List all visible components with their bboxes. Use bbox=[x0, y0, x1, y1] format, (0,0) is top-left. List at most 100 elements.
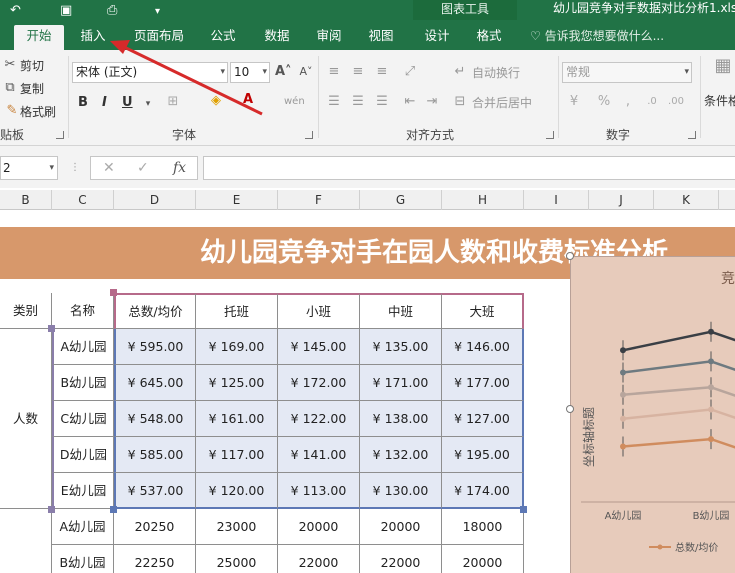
col-header-j[interactable]: J bbox=[589, 190, 654, 210]
data-point[interactable] bbox=[708, 406, 714, 413]
count-cell[interactable]: 22000 bbox=[360, 545, 442, 573]
data-point[interactable] bbox=[708, 358, 714, 365]
col-header-e[interactable]: E bbox=[196, 190, 278, 210]
data-point[interactable] bbox=[708, 384, 714, 391]
series-line[interactable] bbox=[622, 330, 735, 352]
data-point[interactable] bbox=[620, 391, 626, 398]
count-cell[interactable]: 20000 bbox=[278, 509, 360, 545]
tab-page-layout[interactable]: 页面布局 bbox=[128, 25, 190, 50]
font-color-icon[interactable]: A bbox=[240, 92, 256, 108]
data-point[interactable] bbox=[708, 436, 714, 443]
border-icon[interactable]: ⊞ bbox=[165, 94, 181, 110]
money-cell[interactable]: ¥ 595.00 bbox=[114, 329, 196, 365]
align-top-icon[interactable]: ≡ bbox=[326, 64, 342, 80]
data-point[interactable] bbox=[708, 328, 714, 335]
col-header-g[interactable]: G bbox=[360, 190, 442, 210]
row-name-cell[interactable]: A幼儿园 bbox=[52, 329, 114, 365]
font-name-select[interactable]: 宋体 (正文) ▾ bbox=[72, 62, 228, 83]
money-cell[interactable]: ¥ 169.00 bbox=[196, 329, 278, 365]
selection-handle[interactable] bbox=[110, 506, 117, 513]
header-cell-large[interactable]: 大班 bbox=[442, 293, 524, 329]
format-painter-button[interactable]: 格式刷 bbox=[20, 103, 56, 120]
count-cell[interactable]: 20000 bbox=[442, 545, 524, 573]
col-header-d[interactable]: D bbox=[114, 190, 196, 210]
header-cell-total[interactable]: 总数/均价 bbox=[114, 293, 196, 329]
row-name-cell[interactable]: B幼儿园 bbox=[52, 365, 114, 401]
data-point[interactable] bbox=[620, 347, 626, 354]
count-cell[interactable]: 25000 bbox=[196, 545, 278, 573]
money-cell[interactable]: ¥ 537.00 bbox=[114, 473, 196, 509]
currency-icon[interactable]: ¥ bbox=[566, 94, 582, 110]
money-cell[interactable]: ¥ 120.00 bbox=[196, 473, 278, 509]
align-center-icon[interactable]: ☰ bbox=[350, 94, 366, 110]
tab-format[interactable]: 格式 bbox=[466, 25, 512, 50]
money-cell[interactable]: ¥ 172.00 bbox=[278, 365, 360, 401]
series-line[interactable] bbox=[622, 360, 735, 374]
row-name-cell[interactable]: D幼儿园 bbox=[52, 437, 114, 473]
increase-decimal-icon[interactable]: .0 bbox=[644, 94, 660, 110]
count-cell[interactable]: 22250 bbox=[114, 545, 196, 573]
align-bottom-icon[interactable]: ≡ bbox=[374, 64, 390, 80]
customize-qat-icon[interactable]: ▾ bbox=[155, 6, 160, 17]
series-line[interactable] bbox=[622, 408, 735, 422]
tab-insert[interactable]: 插入 bbox=[68, 25, 118, 50]
money-cell[interactable]: ¥ 177.00 bbox=[442, 365, 524, 401]
tab-view[interactable]: 视图 bbox=[358, 25, 404, 50]
formula-input[interactable] bbox=[203, 156, 735, 180]
money-cell[interactable]: ¥ 141.00 bbox=[278, 437, 360, 473]
clipboard-launcher-icon[interactable] bbox=[56, 131, 64, 139]
row-name-cell[interactable]: A幼儿园 bbox=[52, 509, 114, 545]
tell-me-search[interactable]: ♡ 告诉我您想要做什么... bbox=[530, 25, 664, 47]
header-cell-small[interactable]: 小班 bbox=[278, 293, 360, 329]
undo-icon[interactable]: ↶ bbox=[10, 3, 21, 18]
wrap-text-button[interactable]: 自动换行 bbox=[472, 64, 520, 81]
selection-handle[interactable] bbox=[110, 289, 117, 296]
money-cell[interactable]: ¥ 548.00 bbox=[114, 401, 196, 437]
series-line[interactable] bbox=[622, 386, 735, 399]
cancel-icon[interactable]: ✕ bbox=[103, 160, 115, 176]
name-box[interactable]: 2 ▾ bbox=[0, 156, 58, 180]
count-cell[interactable]: 20000 bbox=[360, 509, 442, 545]
decrease-indent-icon[interactable]: ⇤ bbox=[402, 94, 418, 110]
tab-home[interactable]: 开始 bbox=[14, 25, 64, 50]
money-cell[interactable]: ¥ 130.00 bbox=[360, 473, 442, 509]
percent-icon[interactable]: % bbox=[596, 94, 612, 110]
selection-handle[interactable] bbox=[520, 506, 527, 513]
underline-button[interactable]: U bbox=[122, 95, 133, 110]
header-cell-nursery[interactable]: 托班 bbox=[196, 293, 278, 329]
enter-icon[interactable]: ✓ bbox=[137, 160, 149, 176]
money-cell[interactable]: ¥ 127.00 bbox=[442, 401, 524, 437]
tab-formulas[interactable]: 公式 bbox=[200, 25, 246, 50]
money-cell[interactable]: ¥ 585.00 bbox=[114, 437, 196, 473]
align-middle-icon[interactable]: ≡ bbox=[350, 64, 366, 80]
orientation-icon[interactable]: ⤢ bbox=[402, 64, 418, 80]
number-format-select[interactable]: 常规 ▾ bbox=[562, 62, 692, 83]
tab-design[interactable]: 设计 bbox=[414, 25, 460, 50]
col-header-b[interactable]: B bbox=[0, 190, 52, 210]
align-right-icon[interactable]: ☰ bbox=[374, 94, 390, 110]
money-cell[interactable]: ¥ 146.00 bbox=[442, 329, 524, 365]
selection-handle[interactable] bbox=[48, 325, 55, 332]
count-cell[interactable]: 18000 bbox=[442, 509, 524, 545]
category-cell-empty[interactable] bbox=[0, 509, 52, 573]
tab-review[interactable]: 审阅 bbox=[306, 25, 352, 50]
align-left-icon[interactable]: ☰ bbox=[326, 94, 342, 110]
line-chart[interactable]: 竞 坐标轴标题 A幼儿园 B幼儿园 总数/均价 bbox=[566, 252, 735, 573]
fill-color-icon[interactable]: ◈ bbox=[208, 93, 224, 109]
col-header-k[interactable]: K bbox=[654, 190, 719, 210]
col-header-c[interactable]: C bbox=[52, 190, 114, 210]
tab-data[interactable]: 数据 bbox=[254, 25, 300, 50]
money-cell[interactable]: ¥ 135.00 bbox=[360, 329, 442, 365]
money-cell[interactable]: ¥ 171.00 bbox=[360, 365, 442, 401]
print-preview-icon[interactable]: ⎙ bbox=[107, 3, 117, 18]
row-name-cell[interactable]: E幼儿园 bbox=[52, 473, 114, 509]
series-line[interactable] bbox=[622, 437, 735, 451]
increase-indent-icon[interactable]: ⇥ bbox=[424, 94, 440, 110]
count-cell[interactable]: 23000 bbox=[196, 509, 278, 545]
grow-font-icon[interactable]: A˄ bbox=[275, 64, 292, 80]
italic-button[interactable]: I bbox=[102, 95, 107, 110]
number-launcher-icon[interactable] bbox=[688, 131, 696, 139]
font-launcher-icon[interactable] bbox=[305, 131, 313, 139]
row-name-cell[interactable]: C幼儿园 bbox=[52, 401, 114, 437]
phonetic-icon[interactable]: wén bbox=[284, 94, 305, 110]
